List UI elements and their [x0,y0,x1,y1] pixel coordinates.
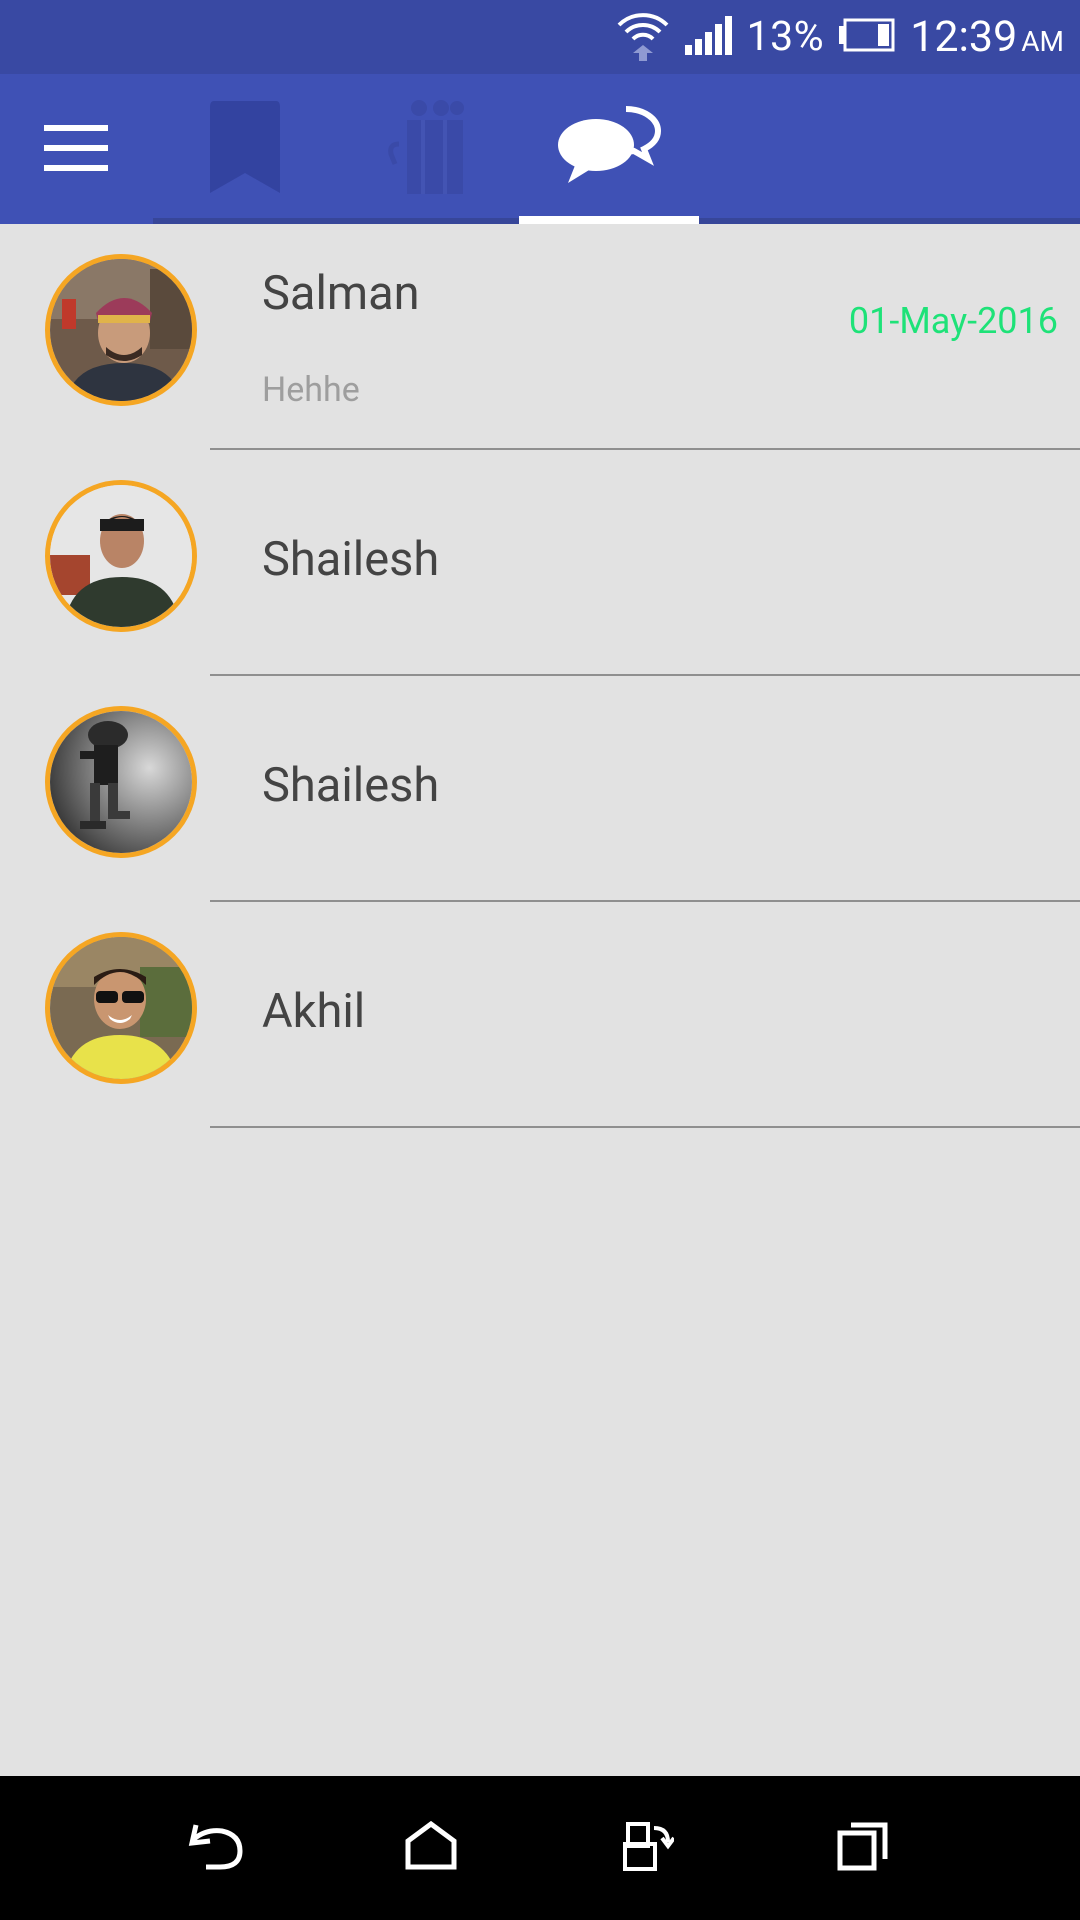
chat-preview: Hehhe [262,370,360,410]
menu-button[interactable] [26,100,126,200]
tab-bookmarks[interactable] [170,74,320,224]
app-bar [0,74,1080,224]
tab-people[interactable] [350,74,500,224]
chat-name: Shailesh [262,532,440,587]
avatar [45,932,197,1084]
chat-bubbles-icon [556,105,662,193]
status-bar: 13% 12:39 AM [0,0,1080,74]
tab-indicator [519,216,699,224]
chat-date: 01-May-2016 [848,300,1058,342]
divider [210,1126,1080,1128]
clock: 12:39 AM [910,12,1064,62]
navigation-bar [0,1776,1080,1920]
wifi-icon [615,9,671,65]
back-button[interactable] [166,1798,266,1898]
home-button[interactable] [381,1798,481,1898]
tab-chats[interactable] [519,74,699,224]
home-icon [405,1820,457,1875]
rotate-screen-button[interactable] [598,1798,698,1898]
avatar [45,706,197,858]
avatar [45,254,197,406]
chat-list-item[interactable]: Shailesh [0,450,1080,676]
chat-name: Akhil [262,984,366,1039]
screen-rotate-icon [622,1820,676,1876]
avatar [45,480,197,632]
chat-list: Salman Hehhe 01-May-2016 Shailesh Shaile… [0,224,1080,1128]
chat-name: Shailesh [262,758,440,813]
signal-icon [684,15,733,59]
bookmark-icon [208,101,282,197]
clock-ampm: AM [1021,25,1064,58]
chat-name: Salman [262,266,420,321]
hamburger-menu-icon [44,125,108,175]
chat-list-item[interactable]: Shailesh [0,676,1080,902]
battery-icon [838,18,896,56]
chat-list-item[interactable]: Salman Hehhe 01-May-2016 [0,224,1080,450]
recent-apps-icon [837,1821,889,1875]
back-icon [188,1821,244,1875]
recent-apps-button[interactable] [813,1798,913,1898]
chat-list-item[interactable]: Akhil [0,902,1080,1128]
people-icon [385,100,465,198]
clock-time: 12:39 [910,12,1018,62]
battery-percent: 13% [746,13,825,61]
